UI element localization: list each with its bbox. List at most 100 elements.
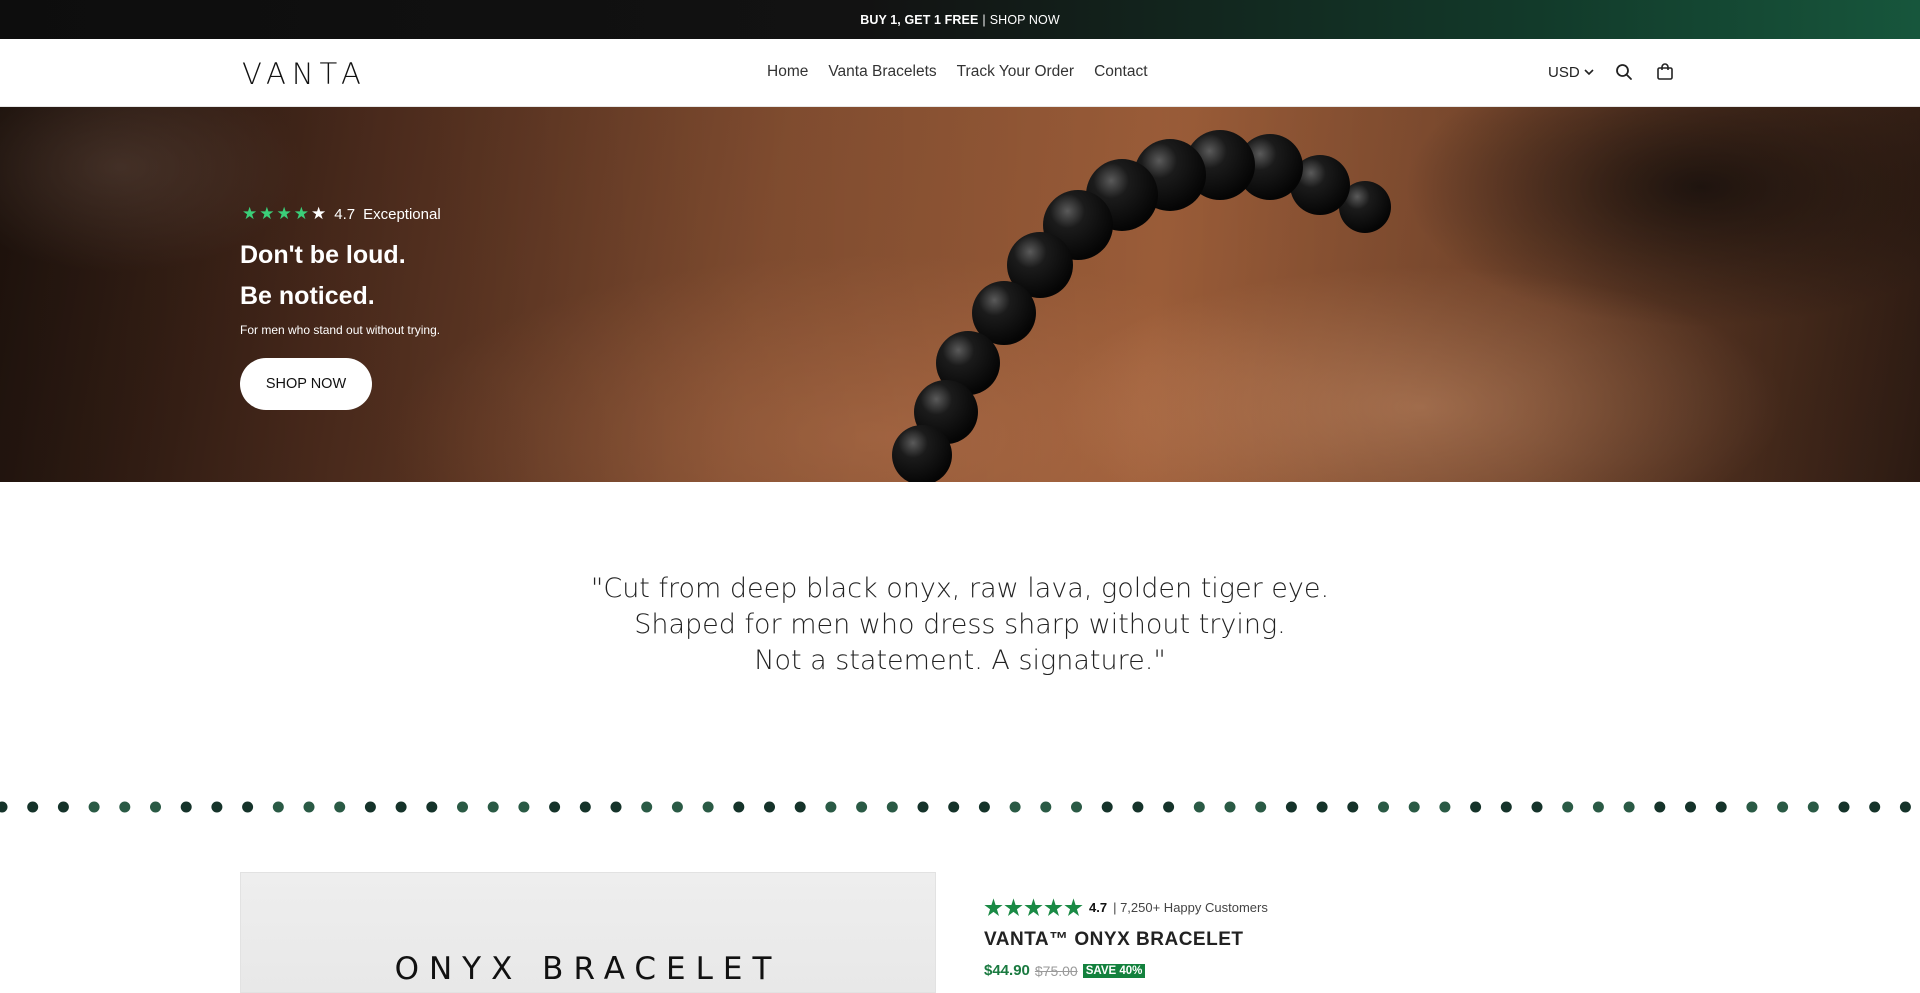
nav-item-vanta-bracelets[interactable]: Vanta Bracelets	[828, 63, 936, 81]
star-icon: ★	[259, 204, 275, 223]
product-stars	[984, 898, 1083, 917]
divider-dot	[1285, 801, 1297, 813]
divider-dot	[1623, 801, 1635, 813]
logo[interactable]: VANTA	[242, 57, 367, 91]
divider-dot	[1071, 801, 1082, 813]
product-price: $44.90	[984, 962, 1030, 979]
hero-rating-label: Exceptional	[363, 205, 441, 223]
divider-dot	[88, 801, 100, 813]
announcement-shop-link[interactable]: SHOP NOW	[990, 13, 1060, 27]
search-icon[interactable]	[1613, 61, 1635, 83]
divider-dot	[825, 801, 837, 813]
divider-dot	[426, 801, 438, 813]
main-nav: Home Vanta Bracelets Track Your Order Co…	[767, 63, 1148, 81]
divider-dot	[671, 801, 683, 813]
divider-dot	[549, 801, 561, 813]
nav-item-home[interactable]: Home	[767, 63, 808, 81]
divider-dot	[272, 801, 284, 813]
divider-dot	[641, 801, 653, 813]
divider-dot	[1040, 801, 1052, 813]
star-icon: ★	[293, 204, 309, 223]
divider-dot	[579, 801, 591, 813]
divider-dot	[1500, 801, 1512, 813]
divider-dot	[27, 801, 39, 813]
divider-dot	[1316, 801, 1328, 813]
product-prices: $44.90 $75.00 SAVE 40%	[984, 962, 1146, 979]
divider-dot	[764, 801, 775, 813]
product-rating: 4.7 | 7,250+ Happy Customers	[984, 898, 1268, 917]
hero-rating-value: 4.7	[334, 205, 356, 223]
shopping-bag-icon[interactable]	[1654, 61, 1676, 83]
currency-selector[interactable]: USD	[1548, 64, 1594, 81]
divider-dot	[1838, 801, 1850, 813]
divider-dot	[917, 801, 929, 813]
divider-dot	[395, 801, 407, 813]
star-icon	[984, 898, 1003, 917]
hero-rating: ★ ★ ★ ★ ★ 4.7 Exceptional	[242, 204, 441, 224]
hero-headline-line2: Be noticed.	[240, 282, 375, 310]
divider-dot	[1807, 801, 1819, 813]
divider-dot	[856, 801, 868, 813]
divider-dot	[1439, 801, 1451, 813]
quote-line-2: Shaped for men who dress sharp without t…	[634, 609, 1286, 640]
brand-quote: "Cut from deep black onyx, raw lava, gol…	[0, 571, 1920, 679]
divider-dot	[1101, 801, 1113, 813]
divider-dot	[1592, 801, 1604, 813]
product-compare-price: $75.00	[1034, 962, 1078, 979]
divider-dot	[1562, 801, 1574, 813]
divider-dot	[180, 801, 192, 813]
hero-shop-now-button[interactable]: SHOP NOW	[240, 358, 372, 410]
divider-dot	[1654, 801, 1666, 813]
divider-dot	[364, 801, 376, 813]
star-icon	[1044, 898, 1063, 917]
divider-dot	[610, 801, 622, 813]
hero-headline: Don't be loud. Be noticed.	[240, 235, 406, 317]
star-icon	[1064, 898, 1083, 917]
divider-dot	[978, 801, 990, 813]
divider-dot	[1685, 801, 1696, 813]
quote-line-1: "Cut from deep black onyx, raw lava, gol…	[590, 573, 1330, 604]
star-icon: ★	[276, 204, 292, 223]
promo-text: BUY 1, GET 1 FREE	[860, 12, 979, 27]
divider-dot	[487, 801, 499, 813]
hero-stars: ★ ★ ★ ★ ★	[242, 204, 326, 224]
star-icon: ★	[311, 204, 327, 223]
divider-dot	[1470, 801, 1482, 813]
divider-dot	[242, 801, 254, 813]
divider-dot	[1899, 801, 1911, 813]
divider-dot	[1746, 801, 1758, 813]
divider-dot	[457, 801, 468, 813]
divider-dot	[948, 801, 960, 813]
product-image[interactable]: ONYX BRACELET	[240, 872, 936, 993]
star-icon	[1024, 898, 1043, 917]
nav-item-track-order[interactable]: Track Your Order	[957, 63, 1074, 81]
chevron-down-icon	[1584, 69, 1594, 76]
promo-separator: |	[982, 12, 986, 27]
divider-dot	[518, 801, 530, 813]
divider-dot	[303, 801, 315, 813]
divider-dot	[1777, 801, 1789, 813]
divider-dot	[1193, 801, 1205, 813]
quote-line-3: Not a statement. A signature."	[754, 645, 1166, 676]
bead-divider	[0, 801, 1911, 813]
currency-label: USD	[1548, 64, 1580, 81]
divider-dot	[1163, 801, 1175, 813]
divider-dot	[150, 801, 161, 813]
product-rating-value: 4.7	[1089, 900, 1108, 915]
product-title: VANTA™ ONYX BRACELET	[984, 929, 1244, 950]
divider-dot	[1224, 801, 1236, 813]
site-header: VANTA Home Vanta Bracelets Track Your Or…	[0, 39, 1920, 107]
divider-dot	[702, 801, 714, 813]
divider-dot	[1132, 801, 1144, 813]
divider-dot	[1347, 801, 1359, 813]
divider-dot	[733, 801, 745, 813]
star-icon	[1004, 898, 1023, 917]
divider-dot	[1378, 801, 1389, 813]
divider-dot	[119, 801, 131, 813]
divider-dot	[334, 801, 346, 813]
product-image-title: ONYX BRACELET	[394, 951, 782, 987]
divider-dot	[0, 801, 8, 813]
hero-headline-line1: Don't be loud.	[240, 241, 406, 269]
divider-dot	[1009, 801, 1021, 813]
nav-item-contact[interactable]: Contact	[1094, 63, 1147, 81]
